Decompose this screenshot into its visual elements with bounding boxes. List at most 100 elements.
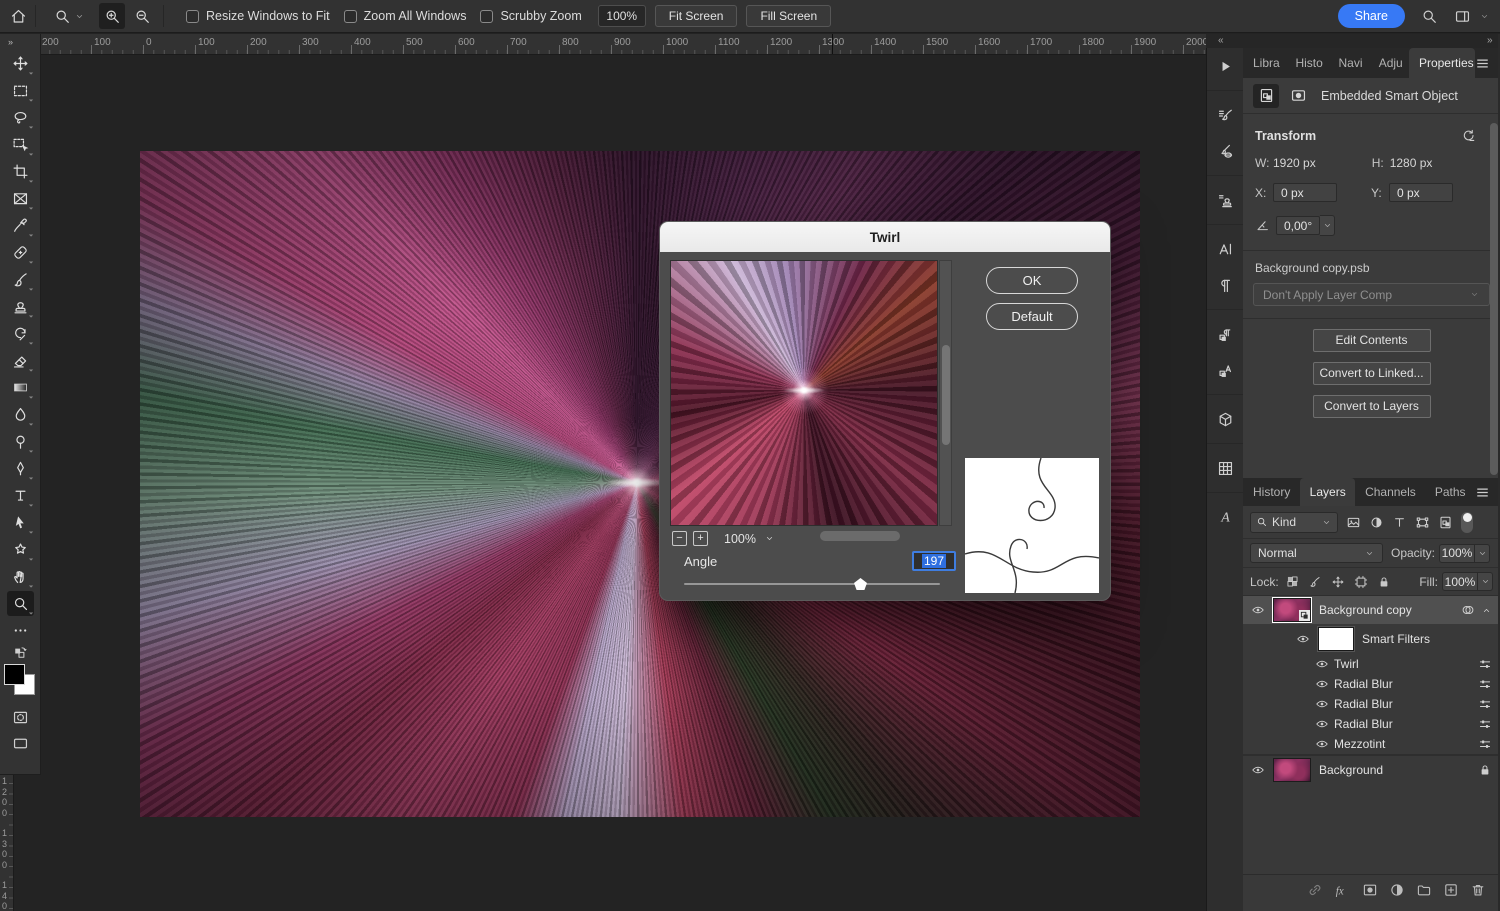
zoom-tool[interactable] [0, 590, 41, 617]
shape-layers-filter-icon[interactable] [1415, 515, 1430, 530]
filter-options-icon[interactable] [1478, 657, 1492, 671]
screen-mode-icon[interactable] [0, 730, 41, 756]
tab-properties[interactable]: Properties [1409, 48, 1475, 78]
lock-pixels-icon[interactable] [1308, 575, 1322, 589]
reset-transform-icon[interactable] [1461, 128, 1476, 143]
smart-filters-mask-thumbnail[interactable] [1318, 627, 1354, 651]
character-styles-panel[interactable] [1207, 352, 1244, 388]
panel-menu-icon[interactable] [1475, 48, 1500, 78]
zoom-tool-icon[interactable] [54, 8, 71, 25]
dodge-tool[interactable] [0, 428, 41, 455]
tab-adju[interactable]: Adju [1369, 48, 1409, 78]
layer-row-smart-filters[interactable]: Smart Filters [1243, 624, 1500, 654]
frame-tool[interactable] [0, 185, 41, 212]
workspace-icon[interactable] [1454, 8, 1471, 25]
hand-tool[interactable] [0, 563, 41, 590]
lasso-tool[interactable] [0, 104, 41, 131]
chevron-down-icon[interactable] [764, 533, 775, 544]
fill-field[interactable]: 100% [1442, 572, 1478, 591]
twirl-preview-image[interactable] [670, 260, 938, 526]
zoom-percent-field[interactable]: 100% [598, 5, 646, 27]
path-selection-tool[interactable] [0, 509, 41, 536]
home-icon[interactable] [10, 8, 27, 25]
angle-slider-thumb[interactable] [854, 578, 867, 590]
clone-source-panel[interactable] [1207, 182, 1244, 218]
checkbox[interactable] [186, 10, 199, 23]
foreground-color-swatch[interactable] [4, 664, 25, 685]
layer-thumbnail[interactable] [1273, 598, 1311, 622]
brush-settings-panel[interactable] [1207, 97, 1244, 133]
layer-row-twirl[interactable]: Twirl [1243, 654, 1500, 674]
quick-mask-icon[interactable] [0, 704, 41, 730]
delete-layer-icon[interactable] [1470, 882, 1486, 898]
layer-row-radial-blur[interactable]: Radial Blur [1243, 674, 1500, 694]
new-layer-icon[interactable] [1443, 882, 1459, 898]
ok-button[interactable]: OK [986, 267, 1078, 294]
option-checkbox-1[interactable]: Zoom All Windows [344, 9, 467, 23]
opacity-chevron-icon[interactable] [1475, 544, 1490, 563]
y-position-field[interactable]: 0 px [1389, 183, 1453, 202]
toolbar-expand-icon[interactable]: » [0, 34, 40, 50]
tab-navi[interactable]: Navi [1328, 48, 1368, 78]
smart-object-icon[interactable] [1253, 84, 1279, 108]
new-adjustment-layer-icon[interactable] [1389, 882, 1405, 898]
pattern-preview-panel[interactable] [1207, 450, 1244, 486]
preview-vertical-scrollbar[interactable] [939, 260, 952, 526]
fit-screen-button[interactable]: Fit Screen [655, 5, 738, 27]
pixel-layers-filter-icon[interactable] [1346, 515, 1361, 530]
pen-tool[interactable] [0, 455, 41, 482]
tab-paths[interactable]: Paths [1425, 478, 1475, 506]
edit-contents-button[interactable]: Edit Contents [1313, 329, 1431, 352]
visibility-eye-icon[interactable] [1243, 763, 1273, 777]
angle-input[interactable]: 197 [912, 551, 956, 571]
visibility-eye-icon[interactable] [1315, 717, 1329, 731]
brush-tool[interactable] [0, 266, 41, 293]
blend-mode-select[interactable]: Normal [1250, 543, 1383, 563]
mask-properties-icon[interactable] [1285, 84, 1311, 108]
visibility-eye-icon[interactable] [1243, 603, 1273, 617]
opacity-field[interactable]: 100% [1439, 544, 1475, 563]
properties-scrollbar[interactable] [1490, 123, 1498, 475]
default-button[interactable]: Default [986, 303, 1078, 330]
lock-position-icon[interactable] [1331, 575, 1345, 589]
zoom-in-button[interactable] [99, 3, 125, 29]
smart-filter-indicator-icon[interactable] [1461, 603, 1475, 617]
filter-options-icon[interactable] [1478, 677, 1492, 691]
collapse-filters-icon[interactable] [1481, 605, 1492, 616]
materials-panel[interactable] [1207, 401, 1244, 437]
filter-options-icon[interactable] [1478, 697, 1492, 711]
rotation-angle-chevron-icon[interactable] [1320, 215, 1335, 236]
layer-row-background-copy[interactable]: Background copy [1243, 596, 1500, 624]
layer-filter-toggle[interactable] [1461, 512, 1473, 533]
tab-layers[interactable]: Layers [1300, 478, 1355, 506]
panel-menu-icon[interactable] [1475, 478, 1500, 506]
layer-row-mezzotint[interactable]: Mezzotint [1243, 734, 1500, 754]
preview-horizontal-scrollbar[interactable] [820, 531, 900, 541]
visibility-eye-icon[interactable] [1315, 697, 1329, 711]
clone-stamp-tool[interactable] [0, 293, 41, 320]
filter-options-icon[interactable] [1478, 717, 1492, 731]
checkbox[interactable] [480, 10, 493, 23]
smart-objects-filter-icon[interactable] [1438, 515, 1453, 530]
lock-transparency-icon[interactable] [1286, 575, 1299, 588]
link-layers-icon[interactable] [1307, 882, 1323, 898]
adjustment-layers-filter-icon[interactable] [1369, 515, 1384, 530]
layer-filter-kind-select[interactable]: Kind [1250, 512, 1338, 533]
layer-comp-select[interactable]: Don't Apply Layer Comp [1253, 283, 1490, 306]
chevron-down-icon[interactable] [1479, 11, 1490, 22]
paragraph-styles-panel[interactable] [1207, 316, 1244, 352]
visibility-eye-icon[interactable] [1296, 632, 1310, 646]
horizontal-ruler[interactable]: 2001000100200300400500600700800900100011… [0, 34, 1206, 55]
object-selection-tool[interactable] [0, 131, 41, 158]
eyedropper-tool[interactable] [0, 212, 41, 239]
x-position-field[interactable]: 0 px [1273, 183, 1337, 202]
tab-channels[interactable]: Channels [1355, 478, 1425, 506]
layer-row-background[interactable]: Background [1243, 756, 1500, 784]
checkbox[interactable] [344, 10, 357, 23]
paragraph-panel[interactable] [1207, 267, 1244, 303]
type-tool[interactable] [0, 482, 41, 509]
filter-options-icon[interactable] [1478, 737, 1492, 751]
expand-panels-icon[interactable]: » [1487, 35, 1493, 46]
tab-history[interactable]: History [1243, 478, 1300, 506]
search-icon[interactable] [1421, 8, 1438, 25]
